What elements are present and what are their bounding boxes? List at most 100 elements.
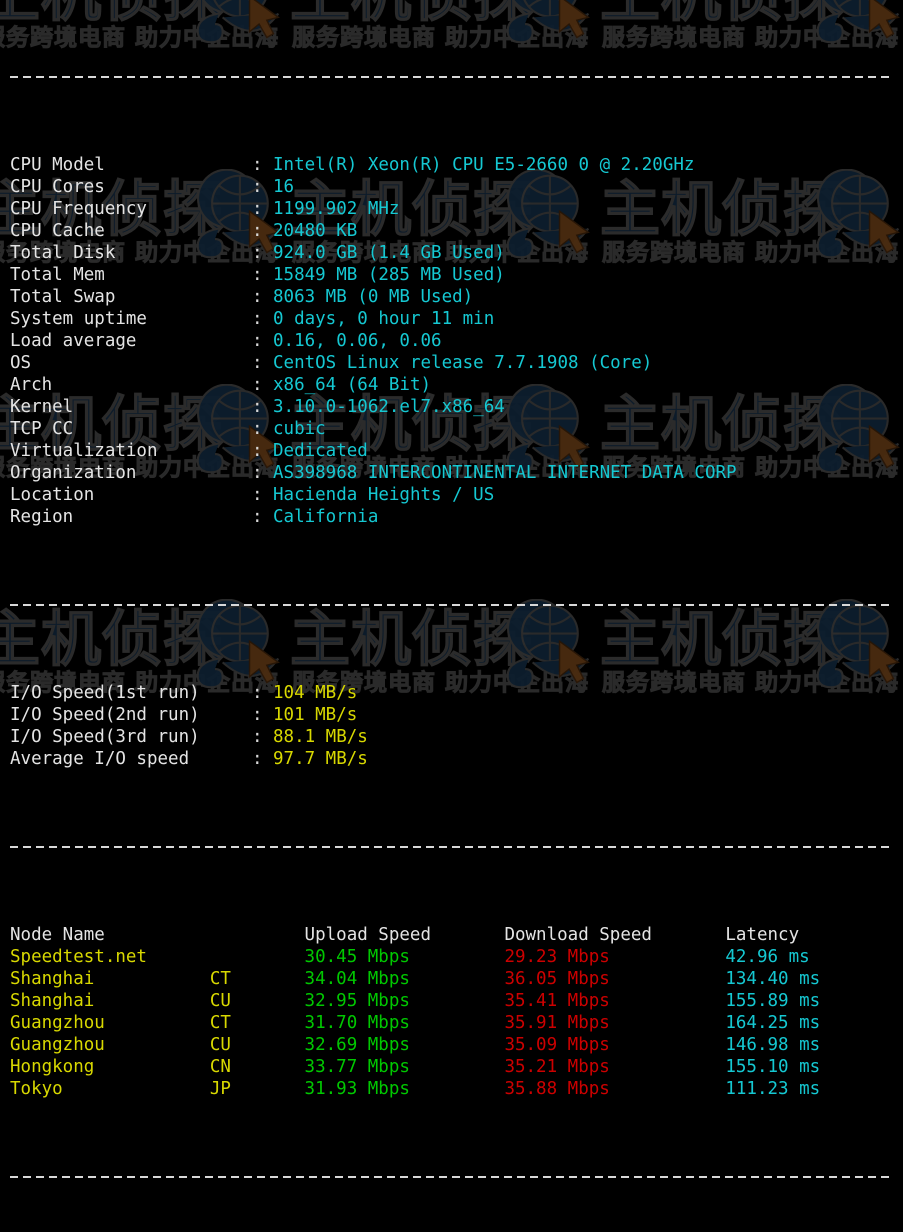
io-speed-label: I/O Speed(2nd run) — [10, 704, 200, 726]
system-info-label: Virtualization — [10, 440, 158, 462]
system-info-row: OS:CentOS Linux release 7.7.1908 (Core) — [10, 352, 903, 374]
dashed-rule — [10, 846, 890, 848]
system-info-colon: : — [252, 462, 263, 484]
provider-cell: CN — [210, 1056, 231, 1078]
system-info-label: Total Disk — [10, 242, 115, 264]
system-info-colon: : — [252, 374, 263, 396]
system-info-row: CPU Frequency:1199.902 MHz — [10, 198, 903, 220]
system-info-colon: : — [252, 484, 263, 506]
dashed-rule — [10, 604, 890, 606]
system-info-label: Organization — [10, 462, 136, 484]
io-speed-row: Average I/O speed:97.7 MB/s — [10, 748, 903, 770]
system-info-value: CentOS Linux release 7.7.1908 (Core) — [273, 352, 652, 374]
node-name-cell: Speedtest.net — [10, 946, 147, 968]
system-info-value: Intel(R) Xeon(R) CPU E5-2660 0 @ 2.20GHz — [273, 154, 694, 176]
system-info-colon: : — [252, 242, 263, 264]
io-speed-colon: : — [252, 748, 263, 770]
upload-speed-cell: 30.45 Mbps — [305, 946, 410, 968]
upload-speed-cell: 32.95 Mbps — [305, 990, 410, 1012]
system-info-value: x86_64 (64 Bit) — [273, 374, 431, 396]
terminal-output: CPU Model: Intel(R) Xeon(R) CPU E5-2660 0… — [0, 0, 903, 716]
io-speed-row: I/O Speed(1st run):104 MB/s — [10, 682, 903, 704]
system-info-label: Load average — [10, 330, 136, 352]
io-speed-colon: : — [252, 726, 263, 748]
system-info-value: 924.0 GB (1.4 GB Used) — [273, 242, 505, 264]
speedtest-row: HongkongCN33.77 Mbps35.21 Mbps155.10 ms — [10, 1056, 903, 1078]
system-info-label: Location — [10, 484, 94, 506]
dashed-rule — [10, 1176, 890, 1178]
system-info-row: Load average:0.16, 0.06, 0.06 — [10, 330, 903, 352]
system-info-row: Kernel:3.10.0-1062.el7.x86_64 — [10, 396, 903, 418]
io-speed-colon: : — [252, 704, 263, 726]
speedtest-row: GuangzhouCU32.69 Mbps35.09 Mbps146.98 ms — [10, 1034, 903, 1056]
download-speed-cell: 35.09 Mbps — [504, 1034, 609, 1056]
system-info-row: CPU Cores:16 — [10, 176, 903, 198]
download-speed-cell: 36.05 Mbps — [504, 968, 609, 990]
system-info-row: CPU Model:Intel(R) Xeon(R) CPU E5-2660 0… — [10, 154, 903, 176]
system-info-label: TCP CC — [10, 418, 73, 440]
system-info-value: 1199.902 MHz — [273, 198, 399, 220]
node-name-cell: Tokyo — [10, 1078, 63, 1100]
system-info-row: CPU Cache:20480 KB — [10, 220, 903, 242]
latency-cell: 111.23 ms — [725, 1078, 820, 1100]
io-speed-row: I/O Speed(3rd run):88.1 MB/s — [10, 726, 903, 748]
latency-cell: 134.40 ms — [725, 968, 820, 990]
io-speed-value: 101 MB/s — [273, 704, 357, 726]
system-info-value: Hacienda Heights / US — [273, 484, 494, 506]
speedtest-header-row: Node NameUpload SpeedDownload SpeedLaten… — [10, 924, 903, 946]
system-info-label: CPU Cache — [10, 220, 105, 242]
latency-cell: 155.89 ms — [725, 990, 820, 1012]
latency-cell: 146.98 ms — [725, 1034, 820, 1056]
node-name-cell: Shanghai — [10, 990, 94, 1012]
separator-line-io — [10, 594, 903, 616]
system-info-value: Dedicated — [273, 440, 368, 462]
speedtest-row: ShanghaiCT34.04 Mbps36.05 Mbps134.40 ms — [10, 968, 903, 990]
io-speed-value: 97.7 MB/s — [273, 748, 368, 770]
system-info-block: CPU Model: Intel(R) Xeon(R) CPU E5-2660 0… — [10, 154, 903, 528]
system-info-label: CPU Model — [10, 154, 105, 176]
download-speed-cell: 35.91 Mbps — [504, 1012, 609, 1034]
column-header-download-speed: Download Speed — [504, 924, 652, 946]
latency-cell: 42.96 ms — [725, 946, 809, 968]
system-info-label: Arch — [10, 374, 52, 396]
dashed-rule — [10, 76, 890, 78]
system-info-value: 0.16, 0.06, 0.06 — [273, 330, 442, 352]
separator-line-top — [10, 66, 903, 88]
speedtest-row: TokyoJP31.93 Mbps35.88 Mbps111.23 ms — [10, 1078, 903, 1100]
separator-line-speedtest — [10, 836, 903, 858]
download-speed-cell: 35.41 Mbps — [504, 990, 609, 1012]
provider-cell: JP — [210, 1078, 231, 1100]
provider-cell: CT — [210, 968, 231, 990]
system-info-label: Kernel — [10, 396, 73, 418]
system-info-value: California — [273, 506, 378, 528]
upload-speed-cell: 31.70 Mbps — [305, 1012, 410, 1034]
system-info-row: Location: Hacienda Heights / US — [10, 484, 903, 506]
io-speed-label: Average I/O speed — [10, 748, 189, 770]
upload-speed-cell: 31.93 Mbps — [305, 1078, 410, 1100]
system-info-value: 8063 MB (0 MB Used) — [273, 286, 473, 308]
separator-line-bottom — [10, 1166, 903, 1188]
system-info-value: 16 — [273, 176, 294, 198]
node-name-cell: Shanghai — [10, 968, 94, 990]
system-info-label: Total Swap — [10, 286, 115, 308]
system-info-colon: : — [252, 330, 263, 352]
system-info-value: 15849 MB (285 MB Used) — [273, 264, 505, 286]
io-speed-label: I/O Speed(1st run) — [10, 682, 200, 704]
io-speed-colon: : — [252, 682, 263, 704]
speedtest-row: ShanghaiCU32.95 Mbps35.41 Mbps155.89 ms — [10, 990, 903, 1012]
system-info-row: TCP CC:cubic — [10, 418, 903, 440]
io-speed-block: I/O Speed(1st run):104 MB/sI/O Speed(2nd… — [10, 682, 903, 770]
io-speed-row: I/O Speed(2nd run):101 MB/s — [10, 704, 903, 726]
system-info-value: 3.10.0-1062.el7.x86_64 — [273, 396, 505, 418]
system-info-label: Region — [10, 506, 73, 528]
system-info-value: 20480 KB — [273, 220, 357, 242]
io-speed-label: I/O Speed(3rd run) — [10, 726, 200, 748]
column-header-upload-speed: Upload Speed — [305, 924, 431, 946]
system-info-colon: : — [252, 176, 263, 198]
io-speed-value: 104 MB/s — [273, 682, 357, 704]
speedtest-row: Speedtest.net30.45 Mbps29.23 Mbps42.96 m… — [10, 946, 903, 968]
system-info-colon: : — [252, 506, 263, 528]
system-info-colon: : — [252, 220, 263, 242]
system-info-row: Total Mem:15849 MB (285 MB Used) — [10, 264, 903, 286]
system-info-label: CPU Frequency — [10, 198, 147, 220]
